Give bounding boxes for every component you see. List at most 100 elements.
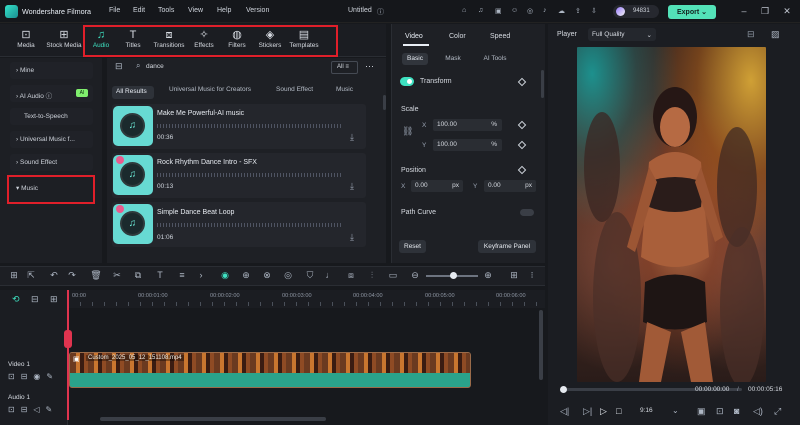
- playhead[interactable]: [67, 290, 69, 420]
- more-icon[interactable]: ⁝: [526, 270, 538, 281]
- more-tools-icon[interactable]: ≡: [176, 270, 188, 280]
- volume-icon[interactable]: ◁): [753, 406, 763, 417]
- download-icon[interactable]: ⤓: [350, 232, 354, 243]
- pointer-icon[interactable]: ⇱: [25, 270, 37, 281]
- notification-icon[interactable]: ♫: [478, 7, 483, 14]
- prev-frame-icon[interactable]: ◁|: [560, 406, 569, 417]
- tab-speed[interactable]: Speed: [490, 33, 510, 40]
- scale-x-field[interactable]: 100.00%: [433, 119, 502, 131]
- project-info-icon[interactable]: ⓘ: [377, 7, 384, 17]
- audio-track-controls-icon[interactable]: ⊡⊟◁✎: [8, 405, 58, 414]
- link-icon[interactable]: ⛓: [402, 126, 413, 137]
- track-settings-icon[interactable]: ⊞: [50, 294, 58, 305]
- add-track-icon[interactable]: ⊟: [31, 294, 39, 305]
- position-x-field[interactable]: 0.00 px: [411, 180, 463, 192]
- properties-scrollbar[interactable]: [541, 70, 544, 98]
- path-curve-toggle[interactable]: [520, 209, 534, 216]
- menu-help[interactable]: Help: [217, 7, 231, 14]
- ratio-chevron-down-icon[interactable]: ⌄: [672, 406, 679, 415]
- stop-icon[interactable]: □: [616, 406, 621, 416]
- compare-icon[interactable]: ⊟: [747, 29, 755, 40]
- reset-button[interactable]: Reset: [399, 240, 426, 253]
- more-options-icon[interactable]: ⋯: [365, 61, 374, 72]
- zoom-out-icon[interactable]: ⊖: [409, 270, 421, 281]
- zoom-slider-handle[interactable]: [450, 272, 457, 279]
- menu-tools[interactable]: Tools: [158, 7, 174, 14]
- playhead-handle[interactable]: [64, 330, 72, 348]
- minimize-icon[interactable]: –: [738, 5, 750, 17]
- fullscreen-icon[interactable]: ⤢: [774, 406, 781, 417]
- snapshot-image-icon[interactable]: ▨: [771, 29, 780, 40]
- grid-icon[interactable]: ⊞: [8, 270, 20, 281]
- display-icon[interactable]: ▣: [697, 406, 706, 417]
- snap-icon[interactable]: ◉: [219, 270, 231, 281]
- download-icon[interactable]: ⤓: [350, 132, 354, 143]
- bell-icon[interactable]: ♪: [543, 7, 547, 14]
- menu-edit[interactable]: Edit: [133, 7, 145, 14]
- library-icon[interactable]: ⊟: [115, 61, 123, 72]
- subtab-basic[interactable]: Basic: [402, 53, 428, 65]
- search-input[interactable]: dance: [130, 60, 326, 74]
- tab-media[interactable]: ⊡ Media: [7, 28, 45, 54]
- menu-file[interactable]: File: [109, 7, 120, 14]
- layout-icon[interactable]: ▣: [495, 7, 502, 15]
- tab-all-results[interactable]: All Results: [112, 86, 154, 99]
- step-back-icon[interactable]: ▷|: [583, 406, 592, 417]
- timeline-vertical-scrollbar[interactable]: [539, 310, 543, 380]
- subtab-mask[interactable]: Mask: [440, 53, 466, 65]
- export-button[interactable]: Export ⌄: [668, 5, 716, 19]
- layers-icon[interactable]: ⧈: [345, 270, 357, 281]
- download-icon[interactable]: ⇩: [591, 7, 597, 15]
- tab-video[interactable]: Video: [405, 33, 423, 40]
- menu-view[interactable]: View: [188, 7, 203, 14]
- maximize-icon[interactable]: ❐: [759, 5, 771, 17]
- quality-dropdown[interactable]: Full Quality ⌄: [588, 28, 656, 41]
- tab-universal-music[interactable]: Universal Music for Creators: [169, 86, 251, 93]
- video-clip[interactable]: ▣ Custom_2025_05_12_151108.mp4: [69, 352, 471, 388]
- record-icon[interactable]: ◎: [282, 270, 294, 281]
- playback-progress-handle[interactable]: [560, 386, 567, 393]
- zoom-in-icon[interactable]: ⊕: [482, 270, 494, 281]
- position-y-field[interactable]: 0.00 px: [484, 180, 536, 192]
- tab-stock-media[interactable]: ⊞ Stock Media: [43, 28, 85, 54]
- text-icon[interactable]: T: [154, 270, 166, 280]
- subtab-ai-tools[interactable]: AI Tools: [479, 53, 511, 65]
- shield-icon[interactable]: ⛉: [304, 270, 316, 281]
- more-chevron-icon[interactable]: ›: [195, 270, 207, 280]
- screen-icon[interactable]: ▭: [387, 270, 399, 281]
- undo-icon[interactable]: ↶: [48, 270, 60, 281]
- aspect-ratio-dropdown[interactable]: 9:16: [640, 407, 653, 414]
- scale-y-field[interactable]: 100.00%: [433, 139, 502, 151]
- video-track-controls-icon[interactable]: ⊡⊟◉✎: [8, 372, 59, 381]
- sidebar-item-sound-effect[interactable]: › Sound Effect: [10, 154, 93, 171]
- credits-badge[interactable]: 94831: [613, 5, 659, 18]
- tab-color[interactable]: Color: [449, 33, 466, 40]
- gift-icon[interactable]: ⌂: [462, 7, 466, 14]
- crop-icon[interactable]: ⧉: [132, 270, 144, 281]
- play-icon[interactable]: ▷: [600, 406, 607, 417]
- ripple-icon[interactable]: ⊕: [240, 270, 252, 281]
- split-icon[interactable]: ✂: [111, 270, 123, 281]
- transform-toggle[interactable]: [400, 77, 414, 86]
- link-tracks-icon[interactable]: ⟲: [12, 294, 20, 305]
- delete-icon[interactable]: 🗑: [90, 270, 102, 281]
- results-scrollbar[interactable]: [383, 95, 386, 110]
- camera-icon[interactable]: ◙: [734, 406, 739, 416]
- sidebar-item-universal-music[interactable]: › Universal Music f...: [10, 131, 93, 148]
- filter-dropdown[interactable]: All ≡: [331, 61, 358, 74]
- tab-music[interactable]: Music: [336, 86, 353, 93]
- zoom-icon[interactable]: ⊡: [716, 406, 724, 417]
- cloud-icon[interactable]: ☁: [558, 7, 565, 15]
- close-icon[interactable]: ✕: [781, 5, 793, 17]
- sidebar-item-text-to-speech[interactable]: Text-to-Speech: [10, 108, 93, 125]
- sidebar-item-mine[interactable]: › Mine: [10, 62, 93, 79]
- timeline-horizontal-scrollbar[interactable]: [100, 417, 326, 421]
- keyframe-panel-button[interactable]: Keyframe Panel: [478, 240, 536, 253]
- menu-version[interactable]: Version: [246, 7, 269, 14]
- view-grid-icon[interactable]: ⊞: [508, 270, 520, 281]
- account-icon[interactable]: ☺: [511, 7, 518, 14]
- upload-icon[interactable]: ⇪: [575, 7, 581, 15]
- download-icon[interactable]: ⤓: [350, 181, 354, 192]
- marker-icon[interactable]: ⊗: [261, 270, 273, 281]
- redo-icon[interactable]: ↷: [66, 270, 78, 281]
